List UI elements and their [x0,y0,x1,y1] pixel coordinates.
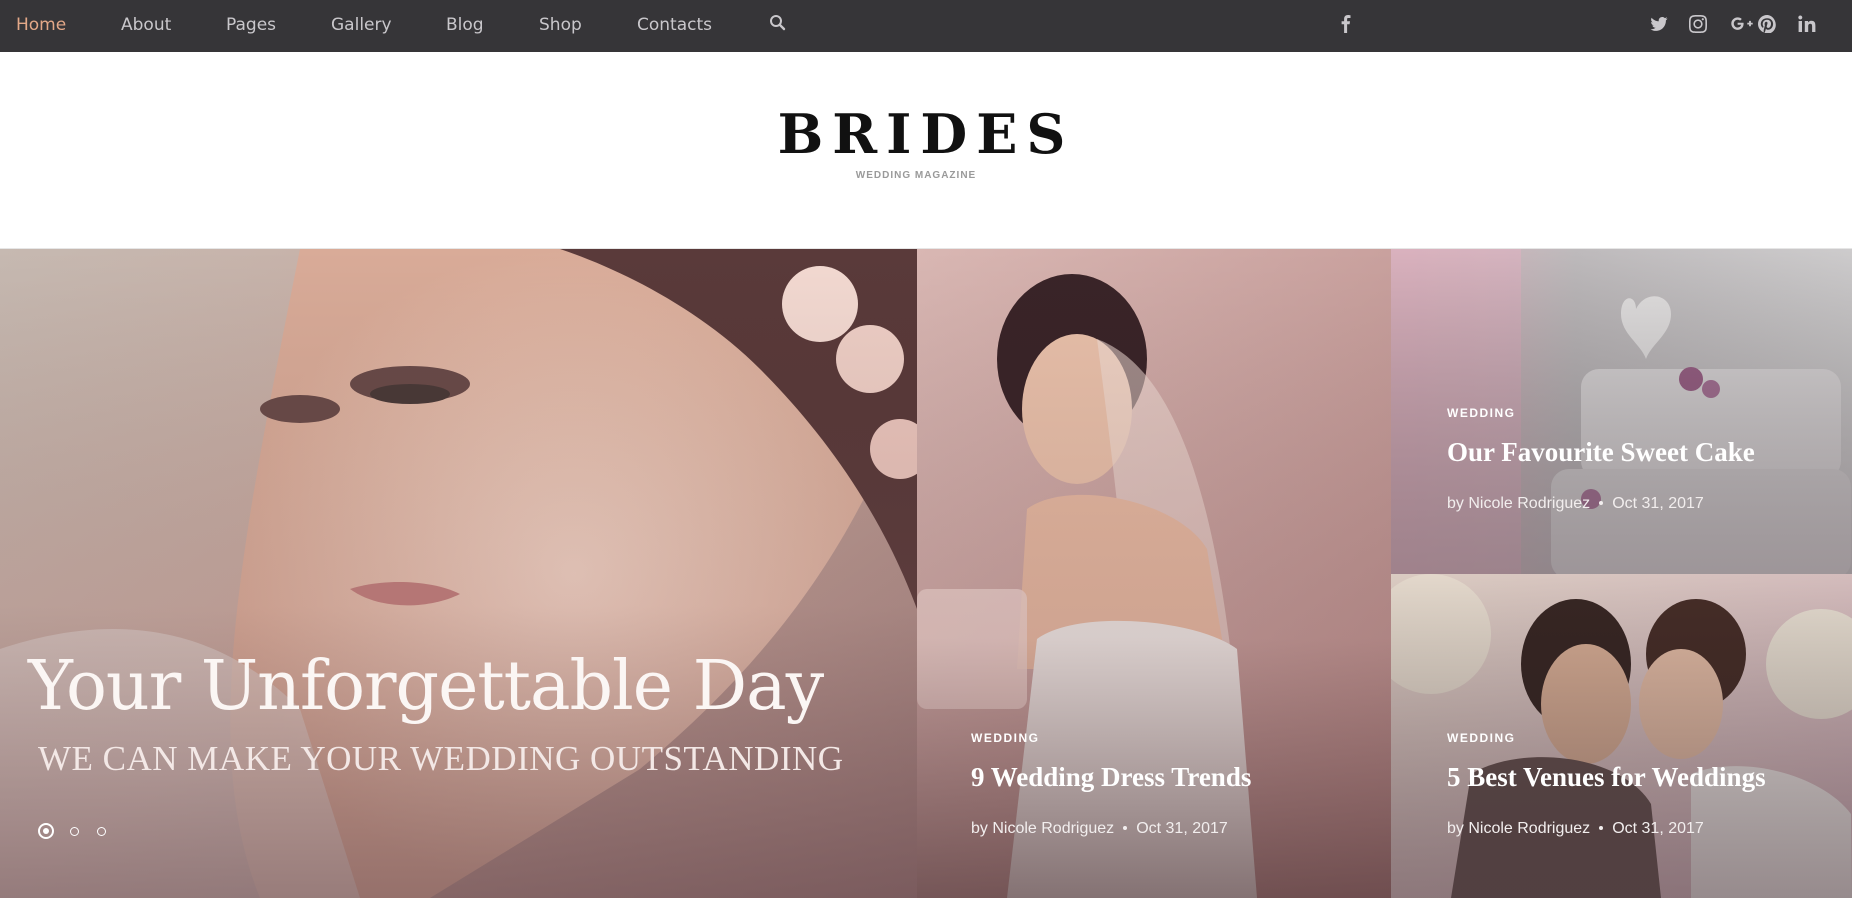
search-icon[interactable] [769,14,789,36]
meta-separator [1599,826,1604,830]
post-card-sweet-cake[interactable]: WEDDING Our Favourite Sweet Cake by Nico… [1391,249,1852,574]
nav-item-blog[interactable]: Blog [446,15,484,35]
instagram-icon[interactable] [1689,15,1711,37]
post-date[interactable]: Oct 31, 2017 [1612,820,1704,837]
site-header: BRIDES WEDDING MAGAZINE [0,52,1852,249]
post-card-dress-trends[interactable]: WEDDING 9 Wedding Dress Trends by Nicole… [917,249,1391,898]
post-category[interactable]: WEDDING [971,731,1040,745]
slider-dot-1[interactable] [38,823,54,839]
pinterest-icon[interactable] [1758,15,1780,37]
top-navigation-bar: Home About Pages Gallery Blog Shop Conta… [0,0,1852,52]
nav-item-contacts[interactable]: Contacts [637,15,712,35]
site-tagline: WEDDING MAGAZINE [855,170,977,181]
post-image [917,249,1391,898]
post-date[interactable]: Oct 31, 2017 [1136,820,1228,837]
nav-item-pages[interactable]: Pages [226,15,276,35]
post-category[interactable]: WEDDING [1447,406,1516,420]
post-meta: by Nicole Rodriguez Oct 31, 2017 [1447,495,1704,513]
post-author[interactable]: by Nicole Rodriguez [971,820,1114,837]
linkedin-icon[interactable] [1798,15,1820,37]
hero-subtitle: WE CAN MAKE YOUR WEDDING OUTSTANDING [38,739,844,778]
post-meta: by Nicole Rodriguez Oct 31, 2017 [971,820,1228,838]
meta-separator [1599,501,1604,505]
nav-item-gallery[interactable]: Gallery [331,15,392,35]
nav-item-home[interactable]: Home [16,15,66,35]
slider-dot-2[interactable] [70,827,79,836]
post-date[interactable]: Oct 31, 2017 [1612,495,1704,512]
facebook-icon[interactable] [1338,15,1360,37]
post-card-best-venues[interactable]: WEDDING 5 Best Venues for Weddings by Ni… [1391,574,1852,898]
post-meta: by Nicole Rodriguez Oct 31, 2017 [1447,820,1704,838]
google-plus-icon[interactable] [1730,15,1756,37]
post-title[interactable]: 5 Best Venues for Weddings [1447,762,1766,793]
post-author[interactable]: by Nicole Rodriguez [1447,495,1590,512]
site-logo[interactable]: BRIDES [0,102,1852,166]
post-author[interactable]: by Nicole Rodriguez [1447,820,1590,837]
post-title[interactable]: 9 Wedding Dress Trends [971,762,1251,793]
nav-item-shop[interactable]: Shop [539,15,582,35]
hero-image [0,249,917,898]
hero-slider[interactable]: Your Unforgettable Day WE CAN MAKE YOUR … [0,249,917,898]
post-category[interactable]: WEDDING [1447,731,1516,745]
post-title[interactable]: Our Favourite Sweet Cake [1447,437,1755,468]
nav-item-about[interactable]: About [121,15,171,35]
meta-separator [1123,826,1128,830]
twitter-icon[interactable] [1650,15,1672,37]
hero-title: Your Unforgettable Day [28,647,824,726]
slider-dot-3[interactable] [97,827,106,836]
